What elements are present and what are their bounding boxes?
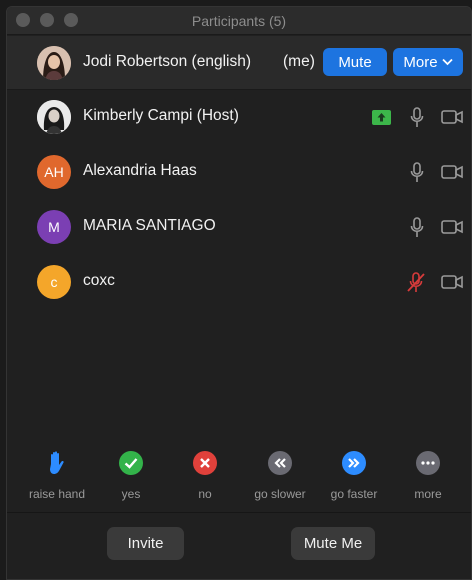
title-bar[interactable]: Participants (5) bbox=[7, 7, 471, 35]
microphone-icon[interactable] bbox=[410, 107, 424, 128]
participant-row[interactable]: M MARIA SANTIAGO bbox=[7, 200, 471, 255]
more-reactions-button[interactable]: more bbox=[388, 451, 468, 501]
invite-label: Invite bbox=[127, 535, 164, 552]
raise-hand-button[interactable]: raise hand bbox=[17, 451, 97, 501]
mute-me-button[interactable]: Mute Me bbox=[291, 527, 375, 560]
mute-button[interactable]: Mute bbox=[323, 48, 387, 76]
more-button[interactable]: More bbox=[393, 48, 463, 76]
video-camera-icon[interactable] bbox=[441, 110, 463, 124]
participant-row[interactable]: Kimberly Campi (Host) bbox=[7, 90, 471, 145]
reaction-label: go faster bbox=[330, 487, 378, 501]
more-label: More bbox=[403, 53, 438, 71]
avatar: c bbox=[37, 265, 71, 299]
footer-bar: Invite Mute Me bbox=[7, 512, 471, 579]
participant-name: Alexandria Haas bbox=[83, 162, 197, 179]
participant-name: coxc bbox=[83, 272, 115, 289]
microphone-icon[interactable] bbox=[410, 217, 424, 238]
reaction-label: more bbox=[414, 487, 442, 501]
fast-forward-icon bbox=[342, 451, 366, 475]
avatar: AH bbox=[37, 155, 71, 189]
reaction-label: raise hand bbox=[28, 487, 86, 501]
video-camera-icon[interactable] bbox=[441, 165, 463, 179]
rewind-icon bbox=[268, 451, 292, 475]
share-screen-icon bbox=[372, 110, 391, 125]
mute-me-label: Mute Me bbox=[303, 535, 363, 552]
ellipsis-icon bbox=[416, 451, 440, 475]
video-camera-icon[interactable] bbox=[441, 220, 463, 234]
avatar-initials: c bbox=[50, 274, 58, 290]
nonverbal-feedback-bar: raise hand yes no go slower go faster mo… bbox=[7, 451, 471, 511]
chevron-down-icon bbox=[441, 58, 453, 66]
participant-name: Kimberly Campi (Host) bbox=[83, 107, 239, 124]
participant-row-me[interactable]: Jodi Robertson (english) (me) Mute More bbox=[7, 36, 471, 90]
mute-label: Mute bbox=[338, 53, 372, 71]
participant-name: MARIA SANTIAGO bbox=[83, 217, 216, 234]
reaction-label: yes bbox=[121, 487, 141, 501]
me-tag: (me) bbox=[283, 53, 315, 70]
microphone-icon[interactable] bbox=[410, 162, 424, 183]
raise-hand-icon bbox=[45, 451, 69, 475]
go-faster-button[interactable]: go faster bbox=[314, 451, 394, 501]
check-icon bbox=[119, 451, 143, 475]
avatar: M bbox=[37, 210, 71, 244]
go-slower-button[interactable]: go slower bbox=[240, 451, 320, 501]
yes-button[interactable]: yes bbox=[91, 451, 171, 501]
participant-row[interactable]: AH Alexandria Haas bbox=[7, 145, 471, 200]
window-title: Participants (5) bbox=[191, 13, 287, 29]
invite-button[interactable]: Invite bbox=[107, 527, 184, 560]
avatar bbox=[37, 46, 71, 80]
reaction-label: go slower bbox=[254, 487, 306, 501]
reaction-label: no bbox=[198, 487, 212, 501]
microphone-muted-icon[interactable] bbox=[405, 272, 427, 293]
avatar bbox=[37, 100, 71, 134]
no-button[interactable]: no bbox=[165, 451, 245, 501]
avatar-initials: M bbox=[48, 219, 60, 235]
avatar-initials: AH bbox=[44, 164, 64, 180]
participants-window: Participants (5) Jodi Robertson (english… bbox=[6, 6, 472, 580]
participant-name: Jodi Robertson (english) bbox=[83, 53, 252, 70]
participant-row[interactable]: c coxc bbox=[7, 255, 471, 310]
video-camera-icon[interactable] bbox=[441, 275, 463, 289]
x-icon bbox=[193, 451, 217, 475]
